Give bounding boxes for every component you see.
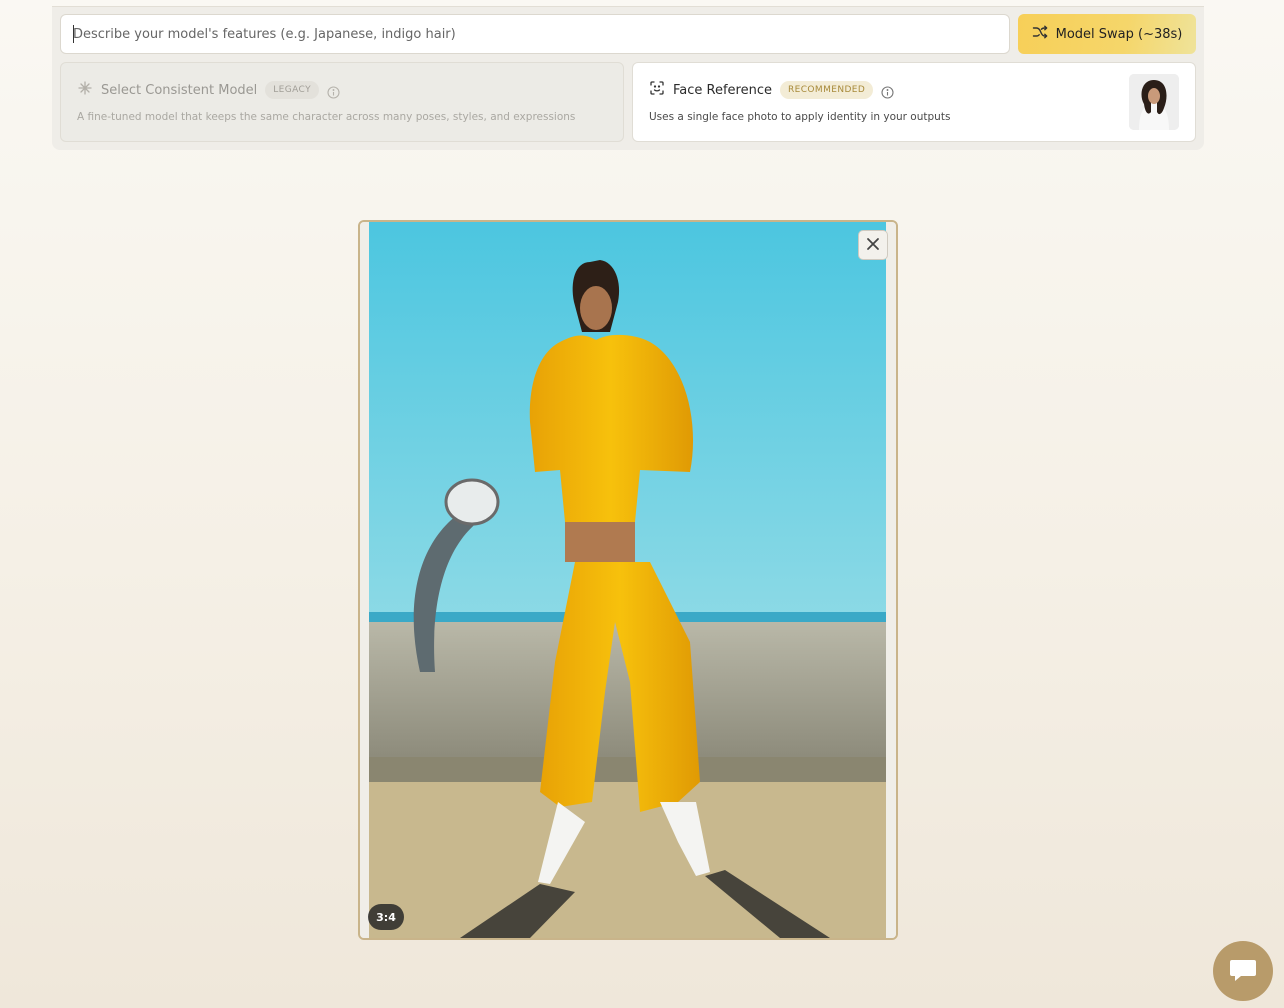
consistent-model-title: Select Consistent Model <box>101 82 258 98</box>
uploaded-image-preview <box>358 220 898 940</box>
close-icon <box>866 236 880 255</box>
legacy-badge: LEGACY <box>265 81 319 99</box>
face-reference-thumbnail[interactable] <box>1129 74 1179 130</box>
face-reference-card[interactable]: Face Reference RECOMMENDED Uses a single… <box>632 62 1196 142</box>
text-caret <box>73 25 74 43</box>
consistent-model-card[interactable]: Select Consistent Model LEGACY A fine-tu… <box>60 62 624 142</box>
model-swap-label: Model Swap (~38s) <box>1055 26 1183 42</box>
chat-bubble-icon <box>1229 957 1257 986</box>
chat-support-button[interactable] <box>1213 941 1273 1001</box>
info-icon[interactable] <box>881 84 894 99</box>
shuffle-icon <box>1032 24 1048 44</box>
aspect-ratio-badge: 3:4 <box>368 904 404 930</box>
face-reference-description: Uses a single face photo to apply identi… <box>649 111 951 123</box>
sparkle-icon <box>77 80 93 100</box>
consistent-model-description: A fine-tuned model that keeps the same c… <box>77 111 576 123</box>
face-scan-icon <box>649 80 665 100</box>
face-reference-title: Face Reference <box>673 82 772 98</box>
model-description-input[interactable] <box>60 14 1010 54</box>
close-preview-button[interactable] <box>858 230 888 260</box>
model-swap-button[interactable]: Model Swap (~38s) <box>1018 14 1196 54</box>
recommended-badge: RECOMMENDED <box>780 81 874 99</box>
info-icon[interactable] <box>327 84 340 99</box>
